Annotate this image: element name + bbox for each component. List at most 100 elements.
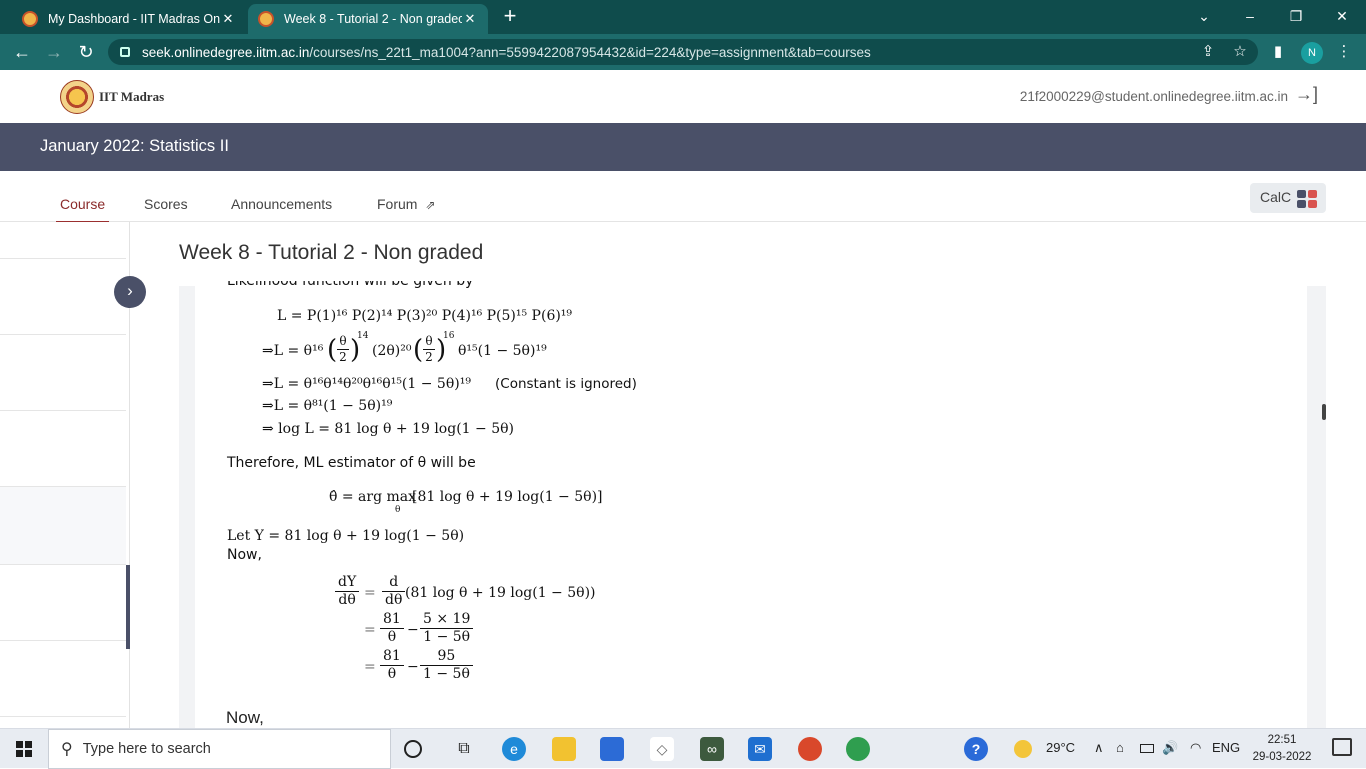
fraction-theta-over-2: θ 2: [337, 334, 349, 365]
fraction-81-theta: 81 θ: [380, 611, 404, 646]
tripadvisor-icon[interactable]: ∞: [700, 737, 724, 761]
iitm-favicon-icon: [258, 11, 274, 27]
window-close-button[interactable]: ✕: [1322, 4, 1362, 28]
logout-icon[interactable]: →]: [1295, 84, 1318, 105]
address-bar[interactable]: seek.onlinedegree.iitm.ac.in /courses/ns…: [108, 39, 1258, 65]
constant-ignored-note: (Constant is ignored): [495, 376, 637, 392]
fraction-numerator: dY: [335, 574, 360, 592]
url-path: /courses/ns_22t1_ma1004?ann=559942208795…: [309, 44, 871, 60]
iitm-logo[interactable]: [60, 80, 94, 114]
fraction-numerator: 5 × 19: [420, 611, 474, 629]
document-scrollbar[interactable]: [1322, 404, 1326, 420]
equals-sign: =: [364, 585, 376, 601]
calculator-icon: [1297, 190, 1317, 208]
tray-chevron-icon[interactable]: ∧: [1094, 740, 1104, 756]
url-host: seek.onlinedegree.iitm.ac.in: [142, 44, 310, 60]
nav-course[interactable]: Course: [60, 196, 105, 212]
fraction-denominator: 2: [425, 350, 433, 364]
sidebar-item[interactable]: [0, 259, 126, 335]
sidebar-item[interactable]: [0, 335, 126, 411]
nav-announcements[interactable]: Announcements: [231, 196, 332, 212]
task-view-icon[interactable]: ⧉: [452, 737, 476, 761]
equation-step-1: ⇒L = θ¹⁶: [262, 343, 324, 359]
close-icon[interactable]: ✕: [220, 11, 236, 27]
taskbar-clock[interactable]: 22:51 29-03-2022: [1242, 732, 1322, 766]
file-explorer-icon[interactable]: [552, 737, 576, 761]
sidebar-item[interactable]: [0, 487, 126, 565]
sidebar-scrollbar[interactable]: [126, 565, 130, 649]
lock-icon: [120, 47, 130, 57]
fraction-denominator: dθ: [385, 592, 403, 608]
sidebar-item[interactable]: [0, 641, 126, 717]
reload-button[interactable]: ↻: [74, 40, 98, 64]
back-button[interactable]: ←: [10, 40, 34, 64]
tab-my-dashboard[interactable]: My Dashboard - IIT Madras Onlin ✕: [12, 4, 246, 34]
calculator-button[interactable]: CalC: [1250, 183, 1326, 213]
logo-text: IIT Madras: [99, 89, 165, 104]
equation-log-likelihood: ⇒ log L = 81 log θ + 19 log(1 − 5θ): [262, 421, 514, 437]
sidebar-toggle-button[interactable]: ›: [114, 276, 146, 308]
tab-search-icon[interactable]: ⌄: [1184, 4, 1224, 28]
share-icon[interactable]: ⇪: [1198, 42, 1218, 62]
bookmark-star-icon[interactable]: ☆: [1230, 42, 1250, 62]
sidebar-item[interactable]: [0, 565, 126, 641]
restore-button[interactable]: ❐: [1276, 4, 1316, 28]
dropbox-icon[interactable]: ◇: [650, 737, 674, 761]
weather-icon[interactable]: [1014, 740, 1032, 758]
paren-left: (: [413, 335, 424, 365]
equals-sign: =: [364, 659, 376, 675]
language-indicator[interactable]: ENG: [1212, 740, 1240, 755]
battery-icon[interactable]: [1140, 744, 1154, 753]
exponent: 16: [443, 331, 455, 341]
new-tab-button[interactable]: +: [498, 5, 522, 29]
fraction-numerator: θ: [423, 334, 435, 350]
equation-likelihood: L = P(1)¹⁶ P(2)¹⁴ P(3)²⁰ P(4)¹⁶ P(5)¹⁵ P…: [277, 308, 573, 324]
sidebar-item[interactable]: [0, 222, 126, 259]
fraction-numerator: 81: [380, 648, 404, 666]
week-sidebar: [0, 222, 130, 728]
tab-week8-tutorial[interactable]: Week 8 - Tutorial 2 - Non gradec ✕: [248, 4, 488, 34]
exponent: 14: [357, 331, 369, 341]
fraction-numerator: θ: [337, 334, 349, 350]
now-text: Now,: [226, 708, 264, 727]
estimator-rhs: [81 log θ + 19 log(1 − 5θ)]: [412, 489, 603, 505]
help-icon[interactable]: ?: [964, 737, 988, 761]
edge-icon[interactable]: e: [502, 737, 526, 761]
argmax-subscript: θ: [395, 505, 401, 515]
windows-start-icon[interactable]: [16, 741, 32, 757]
clock-date: 29-03-2022: [1252, 751, 1312, 763]
windows-taskbar: ⚲ Type here to search ⧉ e ◇ ∞ ✉ ? 29°C ∧…: [0, 728, 1366, 769]
sidebar-item[interactable]: [0, 411, 126, 487]
network-icon[interactable]: ⌂: [1116, 740, 1124, 755]
fraction-theta-over-2: θ 2: [423, 334, 435, 365]
equation-step-1c: θ¹⁵(1 − 5θ)¹⁹: [458, 343, 547, 359]
profile-avatar[interactable]: N: [1301, 42, 1323, 64]
cortana-icon[interactable]: [404, 740, 422, 758]
user-email: 21f2000229@student.onlinedegree.iitm.ac.…: [1019, 89, 1288, 104]
mail-icon[interactable]: ✉: [748, 737, 772, 761]
weather-temperature[interactable]: 29°C: [1046, 740, 1075, 755]
browser-titlebar: My Dashboard - IIT Madras Onlin ✕ Week 8…: [0, 0, 1366, 34]
fraction-denominator: 2: [339, 350, 347, 364]
chrome-icon[interactable]: [798, 737, 822, 761]
minimize-button[interactable]: –: [1230, 4, 1270, 28]
calculator-label: CalC: [1260, 189, 1292, 205]
volume-icon[interactable]: 🔊: [1162, 740, 1178, 756]
store-icon[interactable]: [600, 737, 624, 761]
browser-toolbar: ← → ↻ seek.onlinedegree.iitm.ac.in /cour…: [0, 34, 1366, 70]
browser-menu-icon[interactable]: ⋮: [1334, 42, 1354, 62]
wifi-icon[interactable]: ◠: [1190, 740, 1201, 756]
close-icon[interactable]: ✕: [462, 11, 478, 27]
site-header: IIT Madras 21f2000229@student.onlinedegr…: [0, 70, 1366, 123]
page-title: Week 8 - Tutorial 2 - Non graded: [179, 241, 484, 264]
fraction-numerator: d: [382, 574, 406, 592]
fraction-81-theta: 81 θ: [380, 648, 404, 683]
notification-icon[interactable]: [1332, 738, 1352, 756]
taskbar-search-input[interactable]: ⚲ Type here to search: [48, 729, 391, 769]
chrome-profile-icon[interactable]: [846, 737, 870, 761]
nav-forum[interactable]: Forum ⇗: [377, 196, 435, 212]
fraction-5x19: 5 × 19 1 − 5θ: [420, 611, 474, 646]
nav-scores[interactable]: Scores: [144, 196, 188, 212]
side-panel-icon[interactable]: ▮: [1268, 42, 1288, 62]
forward-button[interactable]: →: [42, 40, 66, 64]
